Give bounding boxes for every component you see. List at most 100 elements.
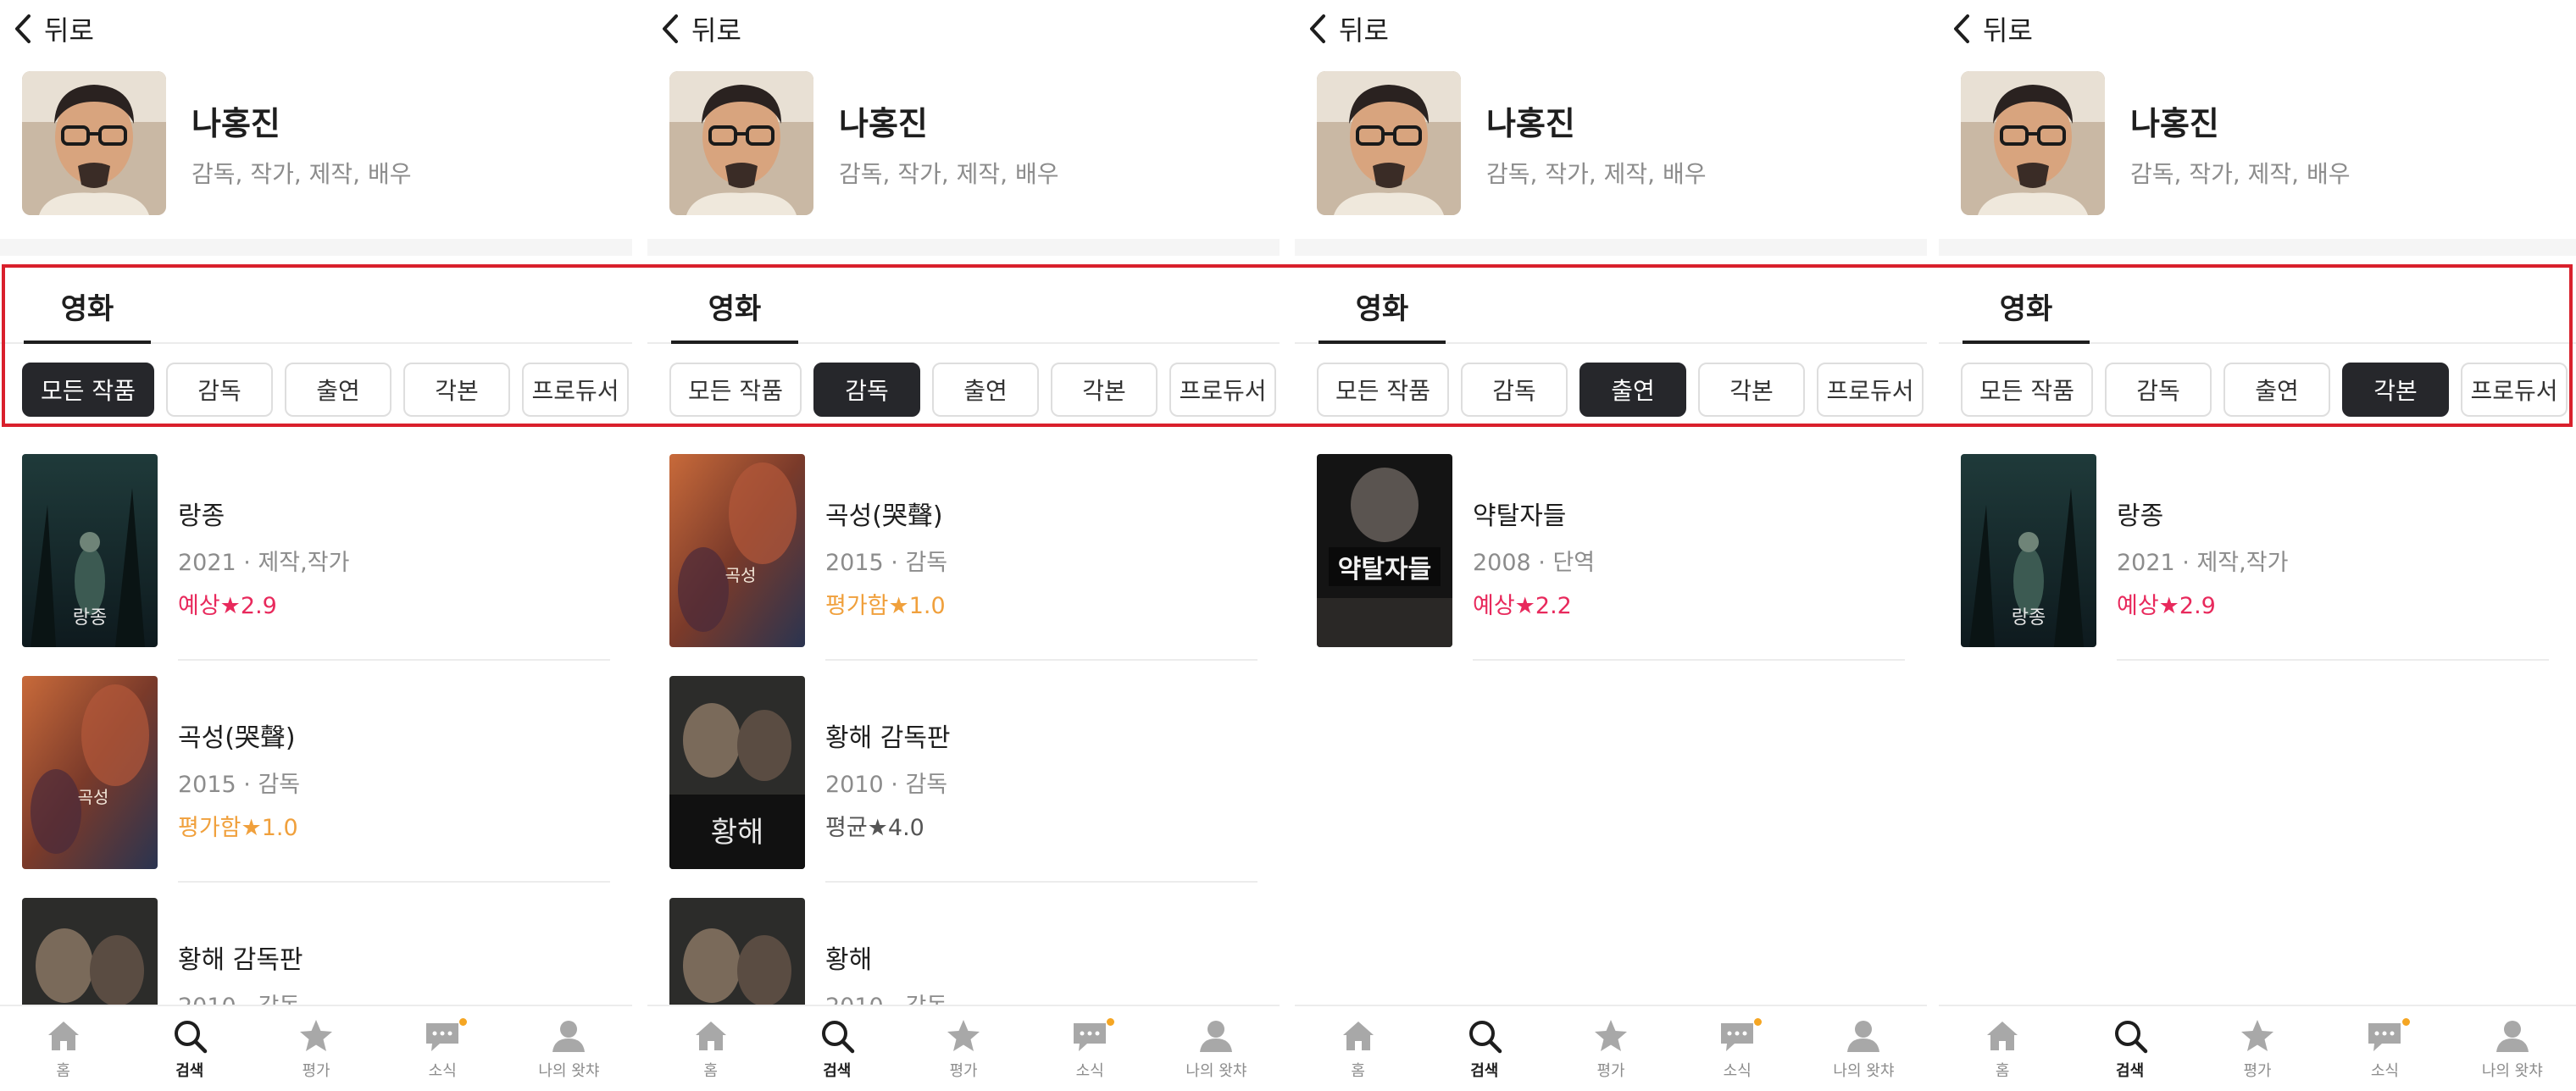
film-list-item[interactable]: 약탈자들 약탈자들 2008 · 단역 예상★2.2 — [1317, 454, 1905, 647]
chip-cast[interactable]: 출연 — [1579, 363, 1686, 417]
search-icon — [2114, 1021, 2147, 1054]
film-rating: 예상★2.2 — [1473, 593, 1572, 619]
person-roles: 감독, 작가, 제작, 배우 — [1486, 159, 1707, 188]
poster-title-text: 랑종 — [73, 607, 107, 629]
section-separator — [647, 239, 1280, 256]
chip-director[interactable]: 감독 — [2105, 363, 2212, 417]
back-button[interactable]: 뒤로 — [661, 7, 741, 51]
film-poster: 랑종 — [1961, 454, 2096, 647]
nav-rate[interactable]: 평가 — [1547, 1006, 1674, 1091]
chip-all-works[interactable]: 모든 작품 — [22, 363, 154, 417]
film-list-item[interactable]: 곡성 곡성(哭聲) 2015 · 감독 평가함★1.0 — [22, 676, 610, 869]
chip-screenplay[interactable]: 각본 — [1051, 363, 1158, 417]
film-poster: 곡성 — [669, 454, 805, 647]
nav-home[interactable]: 홈 — [1295, 1006, 1421, 1091]
home-icon — [47, 1022, 79, 1050]
film-list-item[interactable]: 곡성 곡성(哭聲) 2015 · 감독 평가함★1.0 — [669, 454, 1257, 647]
person-photo — [1961, 71, 2105, 215]
screen-panel-director: 뒤로 나홍진 감독, 작가, 제작, 배우 영화 모든 작품 감독 출연 각본 … — [647, 0, 1280, 1091]
nav-label: 소식 — [2370, 1062, 2399, 1080]
film-rating: 평가함★1.0 — [178, 815, 298, 841]
nav-search[interactable]: 검색 — [126, 1006, 253, 1091]
chip-director[interactable]: 감독 — [813, 363, 920, 417]
film-title: 황해 감독판 — [178, 945, 303, 975]
search-icon — [821, 1021, 855, 1054]
film-poster: 황해 — [669, 676, 805, 869]
nav-rate[interactable]: 평가 — [2194, 1006, 2321, 1091]
nav-search[interactable]: 검색 — [774, 1006, 900, 1091]
nav-my-watcha[interactable]: 나의 왓챠 — [2449, 1006, 2576, 1091]
chip-screenplay[interactable]: 각본 — [1698, 363, 1805, 417]
chip-producer[interactable]: 프로듀서 — [2461, 363, 2568, 417]
chip-screenplay[interactable]: 각본 — [403, 363, 510, 417]
film-list-item[interactable]: 랑종 랑종 2021 · 제작,작가 예상★2.9 — [1961, 454, 2549, 647]
chip-cast[interactable]: 출연 — [932, 363, 1039, 417]
chip-all-works[interactable]: 모든 작품 — [1961, 363, 2093, 417]
nav-search[interactable]: 검색 — [2066, 1006, 2193, 1091]
tab-movies[interactable]: 영화 — [24, 268, 151, 344]
filter-chips: 모든 작품 감독 출연 각본 프로듀서 — [669, 363, 1276, 417]
film-rating: 평균★4.0 — [825, 815, 924, 841]
chip-all-works[interactable]: 모든 작품 — [1317, 363, 1449, 417]
tab-underline — [1319, 341, 1446, 344]
film-meta: 2021 · 제작,작가 — [178, 550, 350, 576]
back-button[interactable]: 뒤로 — [1308, 7, 1389, 51]
chip-screenplay[interactable]: 각본 — [2342, 363, 2449, 417]
nav-my-watcha[interactable]: 나의 왓챠 — [506, 1006, 632, 1091]
notification-dot — [458, 1018, 467, 1026]
nav-rate[interactable]: 평가 — [253, 1006, 379, 1091]
nav-label: 나의 왓챠 — [2481, 1062, 2543, 1080]
film-rating: 예상★2.9 — [178, 593, 277, 619]
film-rating: 예상★2.9 — [2117, 593, 2216, 619]
nav-label: 소식 — [1723, 1062, 1752, 1080]
tab-bar: 영화 — [1295, 268, 1927, 344]
notification-dot — [2402, 1018, 2411, 1026]
chip-cast[interactable]: 출연 — [285, 363, 391, 417]
back-button[interactable]: 뒤로 — [14, 7, 94, 51]
nav-home[interactable]: 홈 — [0, 1006, 126, 1091]
chip-director[interactable]: 감독 — [1461, 363, 1568, 417]
back-button[interactable]: 뒤로 — [1952, 7, 2033, 51]
nav-label: 나의 왓챠 — [1185, 1062, 1247, 1080]
tab-movies[interactable]: 영화 — [1963, 268, 2090, 344]
search-icon — [1468, 1021, 1502, 1054]
star-icon — [1595, 1020, 1627, 1051]
chip-cast[interactable]: 출연 — [2223, 363, 2330, 417]
tab-movies[interactable]: 영화 — [1319, 268, 1446, 344]
nav-label: 홈 — [1995, 1062, 2010, 1080]
nav-home[interactable]: 홈 — [647, 1006, 774, 1091]
film-list-item[interactable]: 황해 황해 감독판 2010 · 감독 평균★4.0 — [669, 676, 1257, 869]
chip-producer[interactable]: 프로듀서 — [522, 363, 629, 417]
home-icon — [695, 1022, 726, 1050]
nav-my-watcha[interactable]: 나의 왓챠 — [1801, 1006, 1927, 1091]
nav-label: 검색 — [1470, 1062, 1499, 1080]
nav-news[interactable]: 소식 — [2321, 1006, 2448, 1091]
chip-producer[interactable]: 프로듀서 — [1817, 363, 1924, 417]
tab-movies[interactable]: 영화 — [671, 268, 798, 344]
nav-rate[interactable]: 평가 — [900, 1006, 1026, 1091]
chip-all-works[interactable]: 모든 작품 — [669, 363, 802, 417]
filter-chips: 모든 작품 감독 출연 각본 프로듀서 — [1961, 363, 2568, 417]
chip-producer[interactable]: 프로듀서 — [1169, 363, 1276, 417]
nav-label: 평가 — [949, 1062, 978, 1080]
list-divider — [178, 659, 610, 661]
list-divider — [825, 881, 1257, 883]
nav-search[interactable]: 검색 — [1421, 1006, 1547, 1091]
nav-news[interactable]: 소식 — [380, 1006, 506, 1091]
person-name: 나홍진 — [839, 104, 928, 142]
section-separator — [0, 239, 632, 256]
film-rating: 평가함★1.0 — [825, 593, 946, 619]
tab-underline — [1963, 341, 2090, 344]
nav-news[interactable]: 소식 — [1027, 1006, 1153, 1091]
chevron-left-icon — [663, 14, 678, 43]
filter-chips: 모든 작품 감독 출연 각본 프로듀서 — [1317, 363, 1924, 417]
film-meta: 2021 · 제작,작가 — [2117, 550, 2289, 576]
chat-icon — [426, 1023, 459, 1051]
film-list-item[interactable]: 랑종 랑종 2021 · 제작,작가 예상★2.9 — [22, 454, 610, 647]
nav-news[interactable]: 소식 — [1674, 1006, 1801, 1091]
nav-my-watcha[interactable]: 나의 왓챠 — [1153, 1006, 1280, 1091]
nav-label: 홈 — [703, 1062, 718, 1080]
nav-home[interactable]: 홈 — [1939, 1006, 2066, 1091]
chip-director[interactable]: 감독 — [166, 363, 273, 417]
chevron-left-icon — [1310, 14, 1325, 43]
